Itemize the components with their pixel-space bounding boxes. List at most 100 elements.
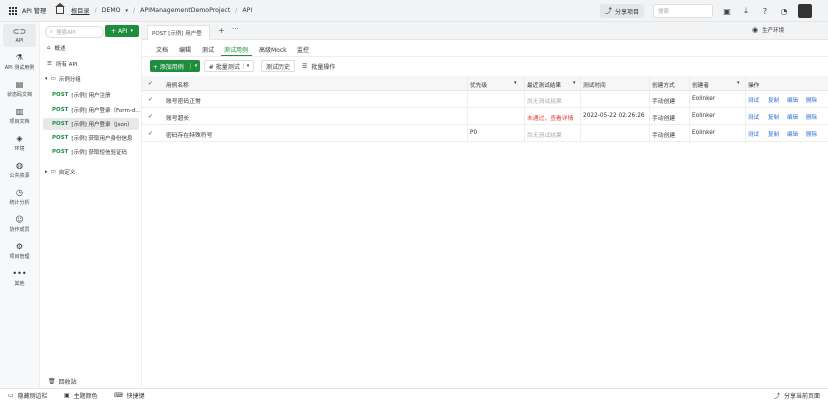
nav-label: 状态码文档 [6, 92, 32, 98]
case-result-link[interactable]: 未通过，查看详情 [527, 113, 573, 122]
nav-item-status-codes[interactable]: ▤ 状态码文档 [0, 76, 39, 103]
delete-action[interactable]: 删除 [806, 96, 817, 104]
sidebar-all-api[interactable]: ☰ 所有 API [40, 58, 142, 70]
eye-icon: ◉ [752, 26, 759, 34]
chevron-down-icon[interactable]: ▾ [189, 63, 197, 69]
bell-icon[interactable]: ◔ [779, 6, 789, 16]
add-case-button[interactable]: + 添加用例 ▾ [150, 60, 200, 72]
tab-docs[interactable]: 文档 [156, 45, 168, 54]
shortcuts-button[interactable]: ⌨ 快捷键 [114, 391, 145, 400]
environment-selector[interactable]: ◉ 生产环境 [752, 26, 784, 34]
hide-sidebar-button[interactable]: ▭ 隐藏侧边栏 [8, 391, 48, 400]
nav-item-statistics[interactable]: ◷ 统计分析 [0, 184, 39, 211]
search-placeholder: 搜索 [658, 9, 670, 15]
tab-bar: POST [示例] 用户登 + ··· ◉ 生产环境 [142, 22, 828, 40]
global-search-input[interactable]: 搜索 [653, 4, 713, 18]
table-row[interactable]: ✓ 账号密码正常 尚无测试结果 手动创建 Eolinker 测试 复制 编辑 删… [142, 91, 828, 108]
theme-label: 主题颜色 [73, 393, 98, 400]
row-checkbox[interactable]: ✓ [148, 113, 153, 120]
nav-item-api[interactable]: ⊂⊃ API [3, 24, 36, 47]
user-icon: ☺ [15, 215, 24, 224]
table-row[interactable]: ✓ 密码存在特殊符号 P0 尚无测试结果 手动创建 Eolinker 测试 复制… [142, 125, 828, 142]
add-api-button[interactable]: + API ▾ [105, 25, 139, 37]
sidebar-api-item[interactable]: POST [示例] 获取短信验证码 [40, 146, 142, 158]
home-icon: ⌂ [47, 45, 51, 51]
sort-icon[interactable]: ▾ [514, 80, 517, 86]
edit-action[interactable]: 编辑 [787, 113, 798, 121]
nav-item-project-docs[interactable]: ▥ 项目文档 [0, 103, 39, 130]
sidebar-icon: ▭ [8, 392, 14, 399]
share-icon: ⤴ [604, 7, 612, 15]
download-icon[interactable]: ⤓ [741, 6, 751, 16]
chevron-down-icon[interactable]: ▾ [126, 8, 129, 14]
chart-icon: ◷ [16, 188, 23, 197]
sidebar-group-examples[interactable]: ▾ ▭ 示例分组 [40, 73, 142, 85]
avatar[interactable] [798, 4, 812, 18]
column-divider [689, 76, 690, 143]
sidebar-group-custom[interactable]: ▸ ▭ 自定义 [40, 166, 142, 178]
tab-test-cases[interactable]: 测试用例 [224, 45, 248, 54]
copy-action[interactable]: 复制 [768, 113, 779, 121]
delete-action[interactable]: 删除 [806, 130, 817, 138]
column-divider [467, 76, 468, 143]
case-method: 手动创建 [652, 99, 676, 105]
edit-action[interactable]: 编辑 [787, 130, 798, 138]
case-name: 密码存在特殊符号 [166, 133, 213, 139]
test-history-button[interactable]: 测试历史 [261, 60, 295, 72]
add-tab-icon[interactable]: + [218, 26, 225, 35]
edit-action[interactable]: 编辑 [787, 96, 798, 104]
nav-item-public-resources[interactable]: ◍ 公共资源 [0, 157, 39, 184]
tab-api-login[interactable]: POST [示例] 用户登 [147, 25, 210, 40]
table-row[interactable]: ✓ 账号超长 未通过，查看详情 2022-05-22 02:26:26 手动创建… [142, 108, 828, 125]
share-icon: ⤴ [774, 393, 781, 400]
window-icon[interactable]: ▣ [722, 6, 732, 16]
breadcrumb-project[interactable]: APIManagementDemoProject [140, 7, 230, 14]
col-result: 最近测试结果 [527, 83, 562, 89]
sidebar-api-item-selected[interactable]: POST [示例] 用户登录（Json） [43, 118, 139, 130]
app-name: API 管理 [22, 8, 47, 15]
top-bar: API 管理 根目录 / DEMO ▾ / APIManagementDemoP… [0, 0, 828, 22]
row-checkbox[interactable]: ✓ [148, 96, 153, 103]
table-header: ✓ 用例名称 优先级 ▾ 最近测试结果 ▾ 测试时间 创建方式 创建者 ▾ 操作 [142, 76, 828, 91]
nav-item-environment[interactable]: ◈ 环境 [0, 130, 39, 157]
copy-action[interactable]: 复制 [768, 130, 779, 138]
sort-icon[interactable]: ▾ [573, 80, 576, 86]
home-icon [55, 3, 65, 14]
breadcrumb-demo[interactable]: DEMO [102, 7, 121, 14]
delete-action[interactable]: 删除 [806, 113, 817, 121]
test-action[interactable]: 测试 [748, 96, 759, 104]
sidebar-overview[interactable]: ⌂ 概述 [40, 42, 142, 54]
case-creator: Eolinker [692, 113, 716, 119]
sidebar-api-item[interactable]: POST [示例] 获取用户身份信息 [40, 132, 142, 144]
tab-monitor[interactable]: 监控 [297, 45, 309, 54]
breadcrumb-api[interactable]: API [242, 7, 252, 14]
batch-test-button[interactable]: # 批量测试 ▾ [204, 60, 254, 72]
test-action[interactable]: 测试 [748, 130, 759, 138]
nav-item-more[interactable]: ••• 其他 [0, 265, 39, 292]
sidebar-api-item[interactable]: POST [示例] 用户注册 [40, 89, 142, 101]
theme-color-button[interactable]: ▣ 主题颜色 [64, 391, 98, 400]
app-switcher[interactable]: API 管理 [0, 6, 56, 15]
sort-icon[interactable]: ▾ [737, 80, 740, 86]
batch-ops-button[interactable]: ☰ 批量操作 [302, 60, 335, 72]
case-name: 账号超长 [166, 116, 190, 122]
copy-action[interactable]: 复制 [768, 96, 779, 104]
nav-item-project-settings[interactable]: ⚙ 项目管理 [0, 238, 39, 265]
api-search-input[interactable]: ⌕ 搜索API [45, 26, 104, 38]
breadcrumb-root[interactable]: 根目录 [71, 6, 90, 15]
nav-item-members[interactable]: ☺ 协作成员 [0, 211, 39, 238]
tab-advanced-mock[interactable]: 高级Mock [259, 45, 287, 54]
share-page-button[interactable]: ⤴ 分享当前页面 [774, 391, 820, 400]
nav-item-test-cases[interactable]: ⚗ API 测试用例 [0, 49, 39, 76]
recycle-bin[interactable]: 🗑 回收站 [48, 377, 77, 386]
api-sidebar: ⌕ 搜索API + API ▾ ⌂ 概述 ☰ 所有 API ▾ ▭ 示例分组 POS… [40, 22, 142, 388]
help-icon[interactable]: ? [760, 6, 770, 16]
tab-edit[interactable]: 编辑 [179, 45, 191, 54]
row-checkbox[interactable]: ✓ [148, 130, 153, 137]
share-project-button[interactable]: ⤴ 分享项目 [599, 4, 644, 18]
select-all-checkbox[interactable]: ✓ [148, 80, 153, 87]
sidebar-api-item[interactable]: POST [示例] 用户登录（Form-d... [40, 104, 142, 116]
test-action[interactable]: 测试 [748, 113, 759, 121]
more-icon[interactable]: ··· [232, 25, 239, 33]
tab-test[interactable]: 测试 [202, 45, 214, 54]
